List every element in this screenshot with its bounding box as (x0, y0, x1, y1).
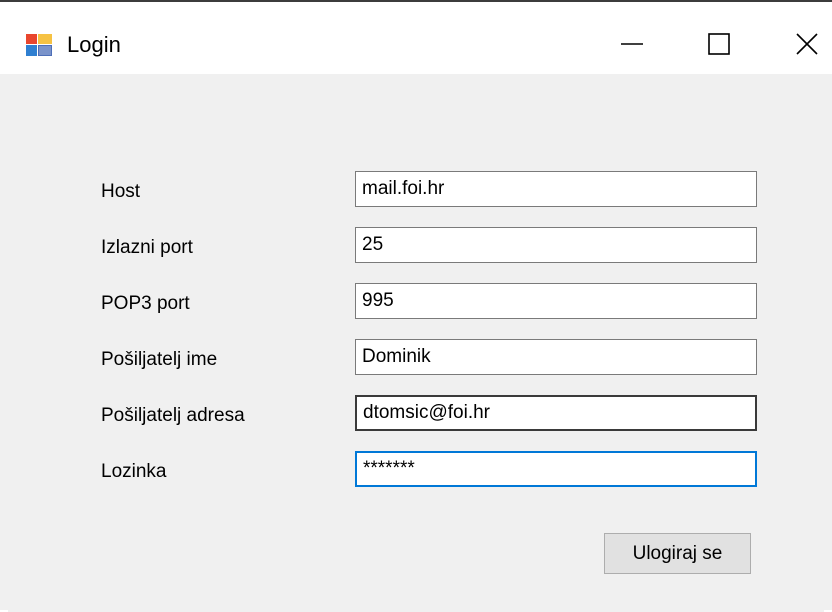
izlazni-port-input[interactable] (355, 227, 757, 263)
login-window: Login Host Izlazni port POP3 port Pošilj… (0, 0, 832, 612)
lozinka-label: Lozinka (101, 461, 167, 482)
maximize-button[interactable] (690, 24, 750, 64)
app-icon (26, 34, 52, 56)
minimize-button[interactable] (600, 24, 660, 64)
host-input[interactable] (355, 171, 757, 207)
posiljatelj-adresa-input[interactable] (355, 395, 757, 431)
close-icon (796, 33, 818, 55)
pop3-port-label: POP3 port (101, 293, 190, 314)
close-button[interactable] (777, 24, 832, 64)
title-bar[interactable]: Login (0, 2, 832, 74)
posiljatelj-adresa-label: Pošiljatelj adresa (101, 405, 245, 426)
pop3-port-input[interactable] (355, 283, 757, 319)
lozinka-input[interactable] (355, 451, 757, 487)
maximize-icon (708, 33, 730, 55)
host-label: Host (101, 181, 141, 202)
izlazni-port-label: Izlazni port (101, 237, 193, 258)
posiljatelj-ime-input[interactable] (355, 339, 757, 375)
minimize-icon (621, 43, 643, 45)
login-button[interactable]: Ulogiraj se (604, 533, 751, 574)
posiljatelj-ime-label: Pošiljatelj ime (101, 349, 218, 370)
window-title: Login (67, 32, 121, 57)
